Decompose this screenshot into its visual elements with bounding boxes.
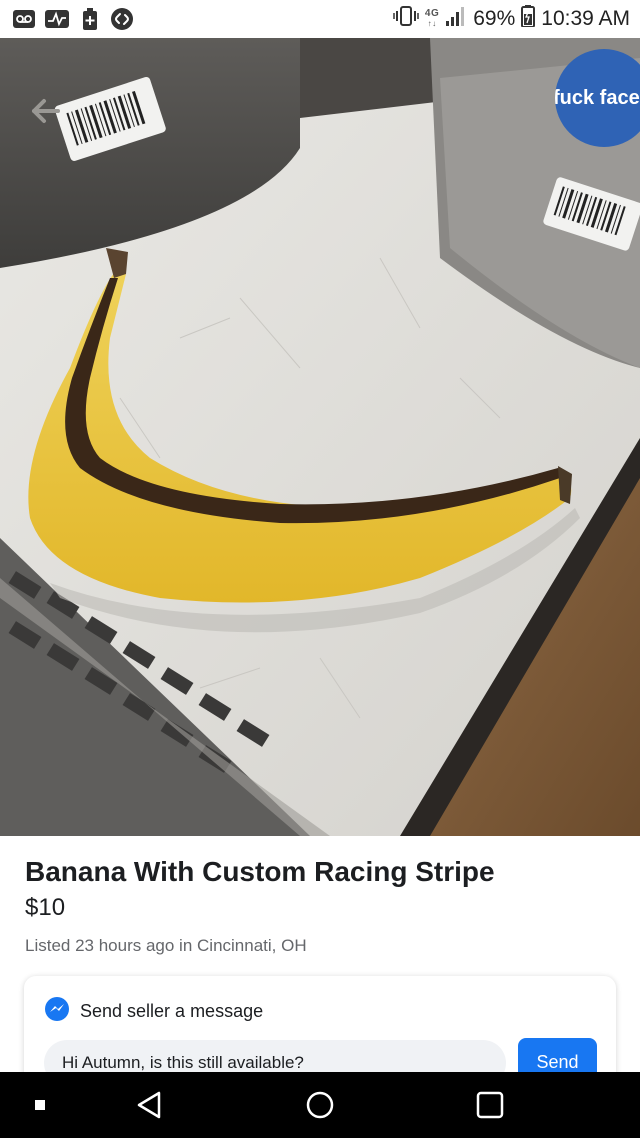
banana-photo-illustration [0,38,640,836]
home-circle-icon [306,1091,334,1119]
nav-back-button[interactable] [110,1072,190,1138]
nav-home-button[interactable] [280,1072,360,1138]
message-card-heading: Send seller a message [80,1001,264,1021]
listing-photo[interactable] [0,38,640,836]
status-right: 4G ↑↓ 69% 10:39 AM [393,0,630,38]
lte-icon: 4G ↑↓ [424,8,440,29]
status-bar: 4G ↑↓ 69% 10:39 AM [0,0,640,38]
voicemail-icon [12,8,36,30]
listing-details: Banana With Custom Racing Stripe $10 Lis… [0,836,640,1096]
listing-title: Banana With Custom Racing Stripe [25,856,495,887]
recents-dot-button[interactable] [0,1072,80,1138]
listing-meta: Listed 23 hours ago in Cincinnati, OH [25,936,307,955]
vibrate-icon [393,5,419,33]
clock: 10:39 AM [541,7,630,30]
profile-badge-text: fuck facel [555,86,640,109]
activity-icon [44,8,70,30]
listing-price: $10 [25,894,66,921]
battery-saver-icon [80,8,100,30]
messenger-icon [44,996,70,1027]
back-triangle-icon [137,1091,161,1119]
system-nav-bar [0,1072,640,1138]
battery-icon [521,5,536,33]
shazam-icon [110,8,134,30]
message-card-header: Send seller a message [44,996,263,1027]
back-button[interactable] [28,96,64,126]
nav-overview-button[interactable] [450,1072,530,1138]
signal-icon [445,5,467,33]
battery-percent: 69% [473,7,516,30]
overview-square-icon [476,1091,504,1119]
back-arrow-icon [32,99,60,123]
recents-dot-icon [35,1100,45,1110]
